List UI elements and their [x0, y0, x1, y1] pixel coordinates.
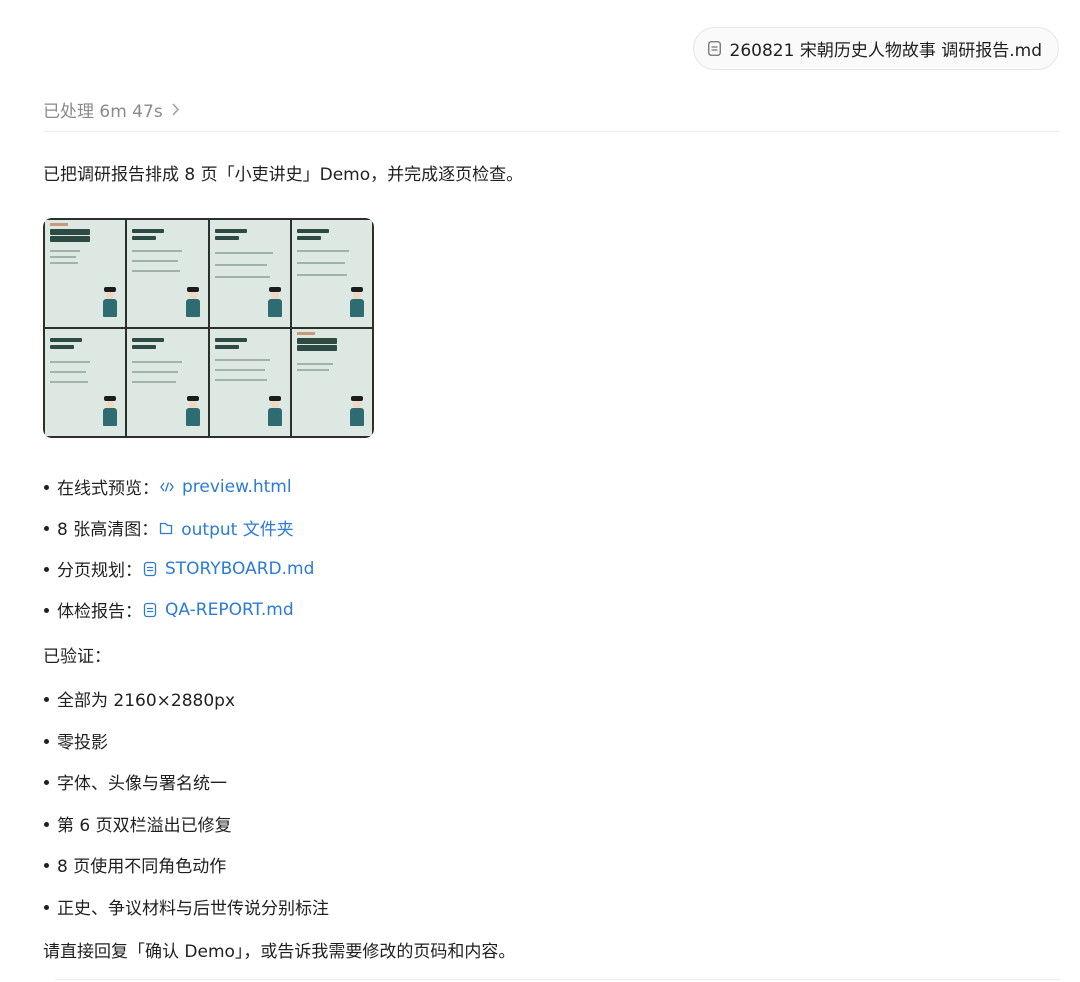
slide-thumbnail [127, 329, 208, 436]
list-item: 零投影 [44, 728, 108, 753]
link-text: QA-REPORT.md [165, 599, 294, 620]
slide-thumbnail [45, 329, 126, 436]
divider [55, 979, 1060, 980]
link-text: output 文件夹 [181, 520, 294, 540]
code-icon [160, 481, 174, 492]
list-item: 全部为 2160×2880px [43, 686, 235, 711]
list-item: 8 张高清图： output 文件夹 [44, 515, 294, 540]
list-item: 8 页使用不同角色动作 [43, 852, 226, 877]
output-folder-link[interactable]: output 文件夹 [158, 515, 294, 540]
file-chip-name: 260821 宋朝历史人物故事 调研报告.md [729, 41, 1042, 61]
document-icon [143, 602, 157, 617]
list-item: 正史、争议材料与后世传说分别标注 [44, 894, 329, 919]
qa-report-link[interactable]: QA-REPORT.md [142, 600, 294, 620]
storyboard-link[interactable]: STORYBOARD.md [142, 559, 314, 579]
list-item: 第 6 页双栏溢出已修复 [44, 811, 232, 836]
document-icon [707, 41, 721, 56]
deliverable-label: 分页规划： [57, 561, 142, 581]
link-text: preview.html [182, 476, 292, 497]
processed-status[interactable]: 已处理 6m 47s [43, 97, 180, 122]
slide-thumbnail [127, 220, 208, 327]
list-item: 在线式预览： preview.html [44, 474, 292, 499]
folder-icon [160, 522, 173, 534]
slide-thumbnail [45, 220, 126, 327]
demo-preview-image[interactable] [43, 218, 374, 438]
slide-thumbnail [291, 220, 372, 327]
list-item: 体检报告： QA-REPORT.md [44, 597, 294, 622]
closing-text: 请直接回复「确认 Demo」，或告诉我需要修改的页码和内容。 [43, 942, 516, 962]
document-icon [143, 561, 157, 576]
deliverable-label: 在线式预览： [57, 479, 159, 499]
chevron-right-icon [172, 103, 179, 116]
list-item: 分页规划： STORYBOARD.md [43, 556, 314, 581]
list-item: 字体、头像与署名统一 [44, 769, 227, 794]
attached-file-chip[interactable]: 260821 宋朝历史人物故事 调研报告.md [692, 27, 1059, 70]
slide-thumbnail [291, 329, 372, 436]
intro-text: 已把调研报告排成 8 页「小吏讲史」Demo，并完成逐页检查。 [43, 165, 524, 185]
deliverable-label: 8 张高清图： [57, 520, 159, 540]
deliverable-label: 体检报告： [57, 602, 142, 622]
processed-label: 已处理 6m 47s [43, 102, 163, 122]
slide-thumbnail [209, 329, 290, 436]
preview-html-link[interactable]: preview.html [159, 477, 292, 497]
divider [43, 131, 1060, 132]
link-text: STORYBOARD.md [165, 558, 315, 579]
verified-heading: 已验证： [43, 647, 111, 667]
slide-thumbnail [209, 220, 290, 327]
